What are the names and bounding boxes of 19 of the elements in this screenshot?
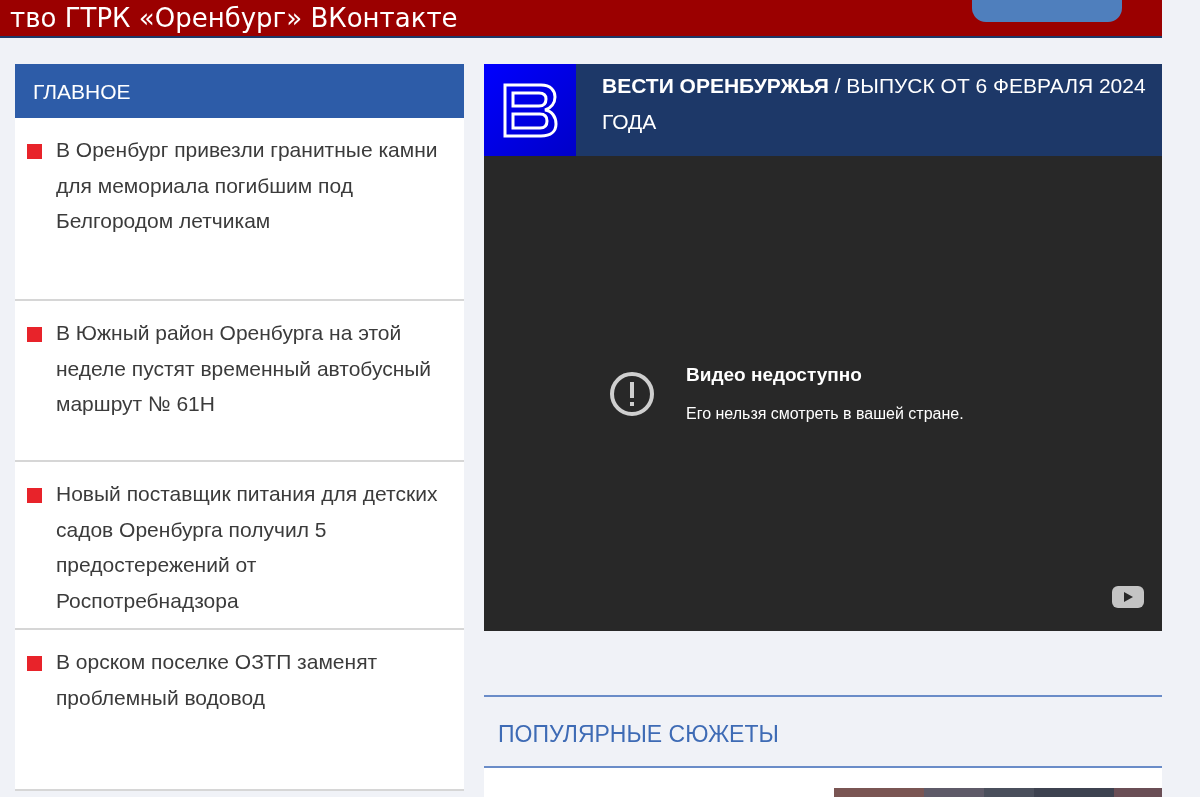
bullet-icon [27,327,42,342]
error-title: Видео недоступно [686,363,863,388]
section-heading: ГЛАВНОЕ [15,64,464,118]
bullet-icon [27,488,42,503]
banner-text[interactable]: тво ГТРК «Оренбург» ВКонтакте [10,5,458,31]
error-message: Его нельзя смотреть в вашей стране. [686,403,964,424]
news-headline[interactable]: Новый поставщик питания для детских садов Оренбурга получил 5 предостережений от Роспотребнадзора [56,476,444,612]
play-logo-icon[interactable] [1111,585,1145,609]
bullet-icon [27,144,42,159]
bullet-icon [27,656,42,671]
warning-icon [608,369,656,418]
news-item[interactable]: В орском поселке ОЗТП заменят проблемный водовод [15,630,464,791]
news-item[interactable]: Новый поставщик питания для детских садов Оренбурга получил 5 предостережений от Роспотребнадзора [15,462,464,630]
news-headline[interactable]: В Южный район Оренбурга на этой неделе пустят временный автобусный маршрут № 61Н [56,315,444,444]
news-item[interactable]: В Южный район Оренбурга на этой неделе пустят временный автобусный маршрут № 61Н [15,301,464,462]
news-headline[interactable]: В орском поселке ОЗТП заменят проблемный водовод [56,644,444,773]
news-headline[interactable]: В Оренбург привезли гранитные камни для мемориала погибшим под Белгородом летчикам [56,132,444,283]
news-item[interactable]: В Оренбург привезли гранитные камни для мемориала погибшим под Белгородом летчикам [15,118,464,301]
video-title: ВЕСТИ ОРЕНБУРЖЬЯ / ВЫПУСК ОТ 6 ФЕВРАЛЯ 2024 ГОДА [601,73,1147,135]
